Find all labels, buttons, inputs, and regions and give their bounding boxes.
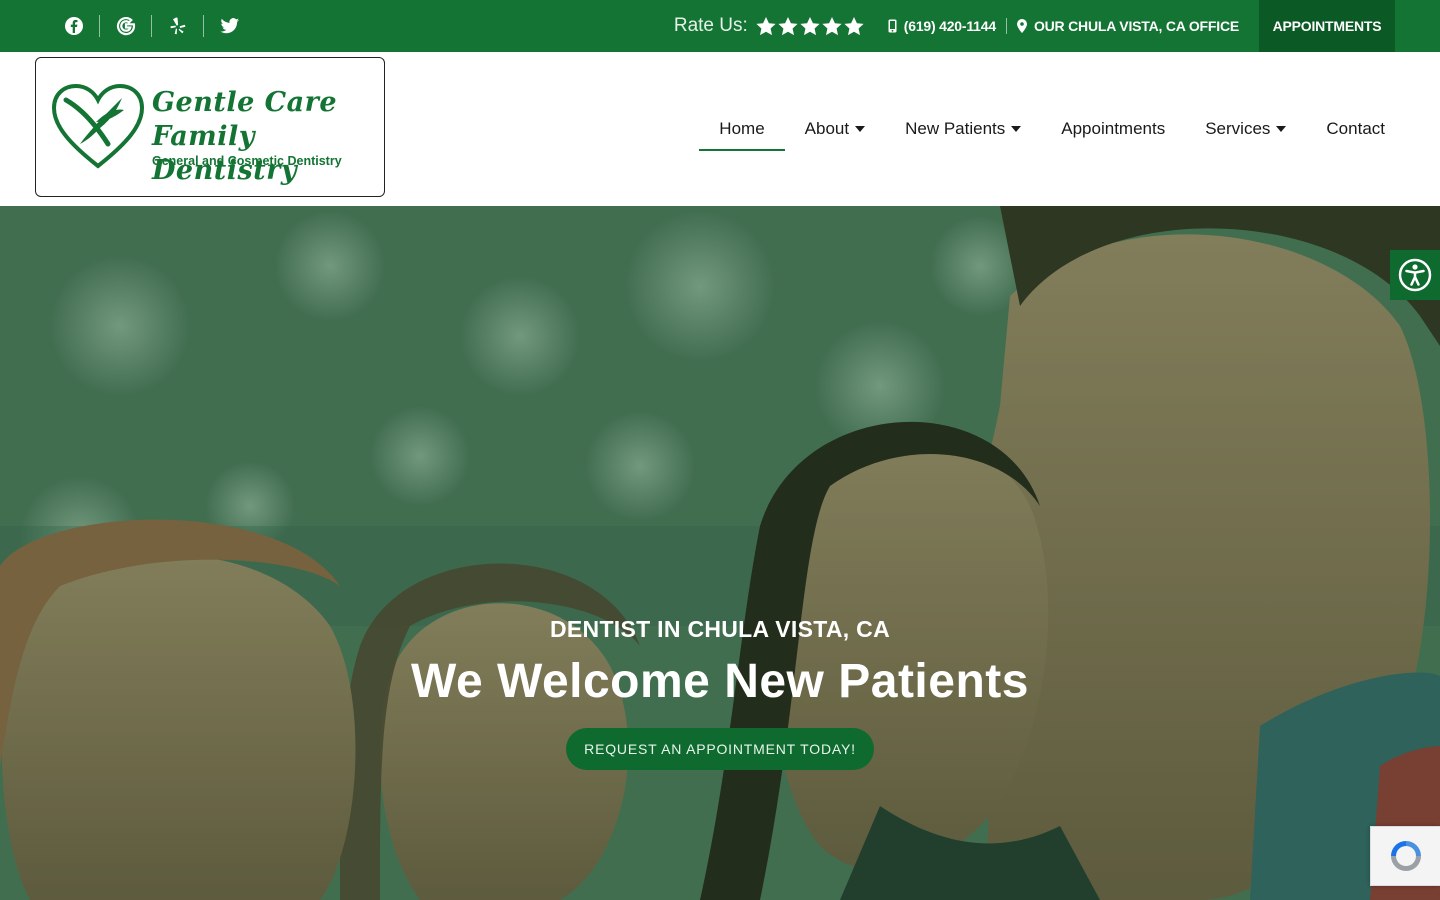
nav-appointments[interactable]: Appointments — [1041, 109, 1185, 149]
caret-down-icon — [1011, 126, 1022, 132]
hero-kicker: DENTIST IN CHULA VISTA, CA — [549, 616, 891, 642]
nav-home-label: Home — [719, 119, 765, 138]
facebook-link[interactable] — [48, 15, 100, 37]
phone-number: (619) 420-1144 — [903, 18, 996, 34]
hero-banner: DENTIST IN CHULA VISTA, CA We Welcome Ne… — [0, 206, 1440, 900]
nav-services-label: Services — [1205, 119, 1271, 138]
nav-home[interactable]: Home — [699, 109, 786, 151]
site-header: Gentle Care Family Dentistry General and… — [0, 52, 1440, 206]
hero-title: We Welcome New Patients — [411, 655, 1029, 708]
heart-toothbrush-logo-icon — [51, 83, 145, 169]
twitter-link[interactable] — [204, 15, 256, 37]
map-marker-icon — [1016, 19, 1027, 33]
logo-line-1: Gentle Care — [152, 87, 338, 118]
nav-about-label: About — [804, 119, 850, 138]
rate-us-label: Rate Us: — [673, 15, 748, 36]
caret-down-icon — [1276, 126, 1287, 132]
twitter-icon — [220, 18, 239, 34]
recaptcha-badge[interactable] — [1370, 826, 1440, 886]
star-icon — [822, 16, 842, 35]
logo-title: Gentle Care Family Dentistry — [152, 86, 384, 188]
nav-new-patients[interactable]: New Patients — [885, 109, 1041, 149]
top-bar: Rate Us: (619) 420-1144 OUR CHULA VISTA,… — [0, 0, 1440, 52]
caret-down-icon — [855, 126, 866, 132]
facebook-icon — [64, 17, 83, 35]
recaptcha-icon — [1390, 841, 1421, 871]
nav-about[interactable]: About — [785, 109, 885, 149]
social-links — [48, 0, 256, 52]
nav-contact[interactable]: Contact — [1306, 109, 1405, 149]
star-icon — [756, 16, 776, 35]
yelp-icon — [170, 17, 185, 35]
hero-overlay — [0, 206, 1440, 900]
star-icon — [778, 16, 798, 35]
request-appointment-button[interactable]: REQUEST AN APPOINTMENT TODAY! — [566, 728, 874, 770]
office-link[interactable]: OUR CHULA VISTA, CA OFFICE — [1007, 18, 1239, 34]
accessibility-icon — [1398, 258, 1432, 292]
star-icon — [844, 16, 864, 35]
top-bar-right: Rate Us: (619) 420-1144 OUR CHULA VISTA,… — [674, 0, 1395, 52]
star-icon — [800, 16, 820, 35]
mobile-phone-icon — [888, 19, 897, 33]
main-nav: Home About New Patients Appointments Ser… — [699, 52, 1405, 206]
phone-link[interactable]: (619) 420-1144 — [888, 18, 1007, 34]
google-icon — [116, 17, 135, 36]
nav-new-patients-label: New Patients — [905, 119, 1006, 138]
nav-services[interactable]: Services — [1185, 109, 1306, 149]
nav-contact-label: Contact — [1326, 119, 1385, 138]
nav-appointments-label: Appointments — [1061, 119, 1166, 138]
yelp-link[interactable] — [152, 15, 204, 37]
rate-us[interactable]: Rate Us: — [674, 15, 864, 37]
rating-stars[interactable] — [756, 16, 864, 36]
appointments-button[interactable]: APPOINTMENTS — [1259, 0, 1395, 52]
office-label: OUR CHULA VISTA, CA OFFICE — [1033, 18, 1239, 34]
logo[interactable]: Gentle Care Family Dentistry General and… — [35, 57, 385, 197]
accessibility-button[interactable] — [1390, 250, 1440, 300]
logo-tagline: General and Cosmetic Dentistry — [152, 154, 342, 168]
google-link[interactable] — [100, 15, 152, 37]
